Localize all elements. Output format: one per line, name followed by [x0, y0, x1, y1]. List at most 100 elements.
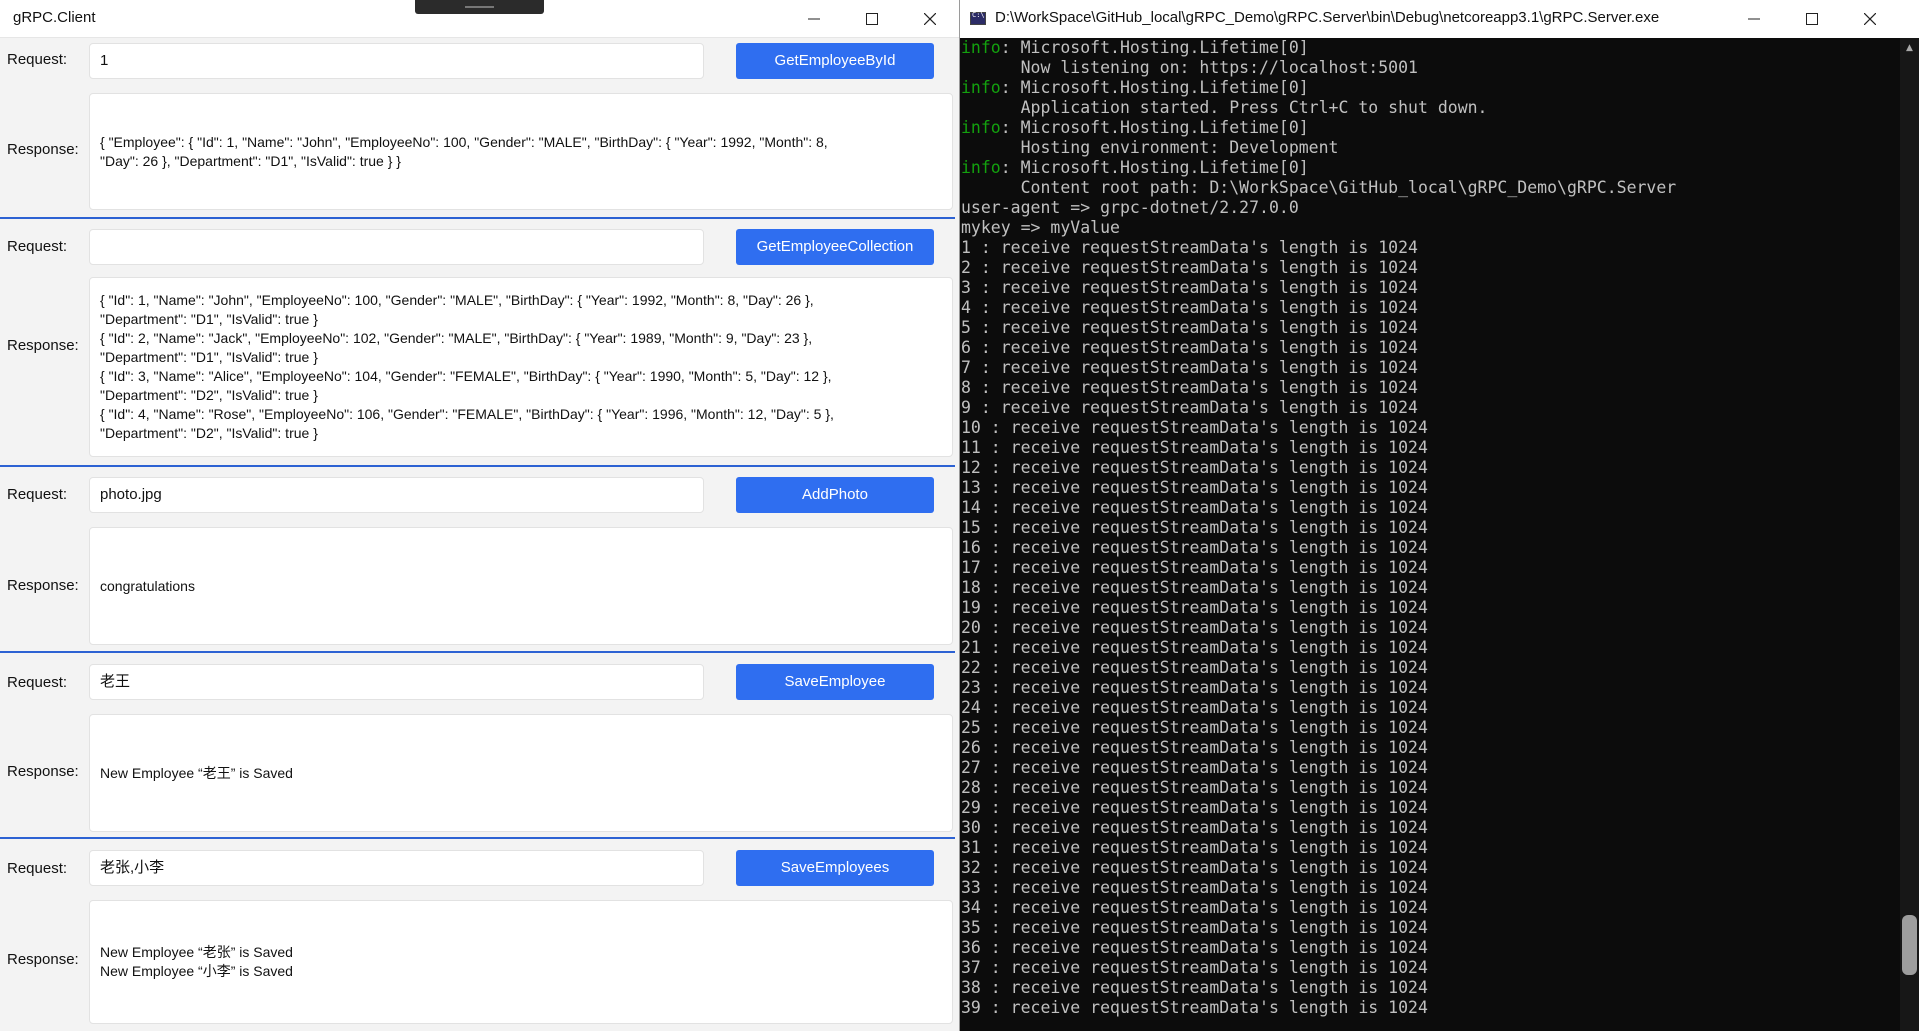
- console-line: Application started. Press Ctrl+C to shu…: [961, 98, 1901, 118]
- console-line-text: Hosting environment: Development: [961, 138, 1339, 157]
- console-line-text: 12 : receive requestStreamData's length …: [961, 458, 1428, 477]
- console-line: 13 : receive requestStreamData's length …: [961, 478, 1901, 498]
- console-minimize-button[interactable]: [1725, 0, 1783, 38]
- response-box-save-employee: New Employee “老王” is Saved: [89, 714, 953, 832]
- section-save-employee: Request: 老王 SaveEmployee Response: New E…: [0, 651, 955, 838]
- console-line: 32 : receive requestStreamData's length …: [961, 858, 1901, 878]
- response-label: Response:: [7, 763, 79, 780]
- console-line: 24 : receive requestStreamData's length …: [961, 698, 1901, 718]
- console-line-text: 30 : receive requestStreamData's length …: [961, 818, 1428, 837]
- maximize-icon: [1806, 13, 1818, 25]
- console-line: user-agent => grpc-dotnet/2.27.0.0: [961, 198, 1901, 218]
- console-line-text: 35 : receive requestStreamData's length …: [961, 918, 1428, 937]
- get-employee-collection-button[interactable]: GetEmployeeCollection: [736, 229, 934, 265]
- request-input-get-employee-collection[interactable]: [89, 229, 704, 265]
- console-line-text: 22 : receive requestStreamData's length …: [961, 658, 1428, 677]
- response-box-save-employees: New Employee “老张” is Saved New Employee …: [89, 900, 953, 1024]
- snap-drag-handle[interactable]: [415, 0, 544, 14]
- save-employees-button[interactable]: SaveEmployees: [736, 850, 934, 886]
- console-line: 3 : receive requestStreamData's length i…: [961, 278, 1901, 298]
- console-titlebar[interactable]: D:\WorkSpace\GitHub_local\gRPC_Demo\gRPC…: [960, 0, 1919, 38]
- console-line: 22 : receive requestStreamData's length …: [961, 658, 1901, 678]
- section-get-employee-collection: Request: GetEmployeeCollection Response:…: [0, 217, 955, 466]
- console-scrollbar[interactable]: [1900, 38, 1919, 1031]
- console-line-text: : Microsoft.Hosting.Lifetime[0]: [1000, 158, 1309, 177]
- console-output: info: Microsoft.Hosting.Lifetime[0] Now …: [960, 38, 1901, 1031]
- console-line-text: 16 : receive requestStreamData's length …: [961, 538, 1428, 557]
- console-line-text: 10 : receive requestStreamData's length …: [961, 418, 1428, 437]
- console-line: 28 : receive requestStreamData's length …: [961, 778, 1901, 798]
- console-line-text: 36 : receive requestStreamData's length …: [961, 938, 1428, 957]
- console-window-title: D:\WorkSpace\GitHub_local\gRPC_Demo\gRPC…: [995, 9, 1660, 26]
- console-line: 25 : receive requestStreamData's length …: [961, 718, 1901, 738]
- request-input-save-employees[interactable]: 老张,小李: [89, 850, 704, 886]
- console-line-text: 31 : receive requestStreamData's length …: [961, 838, 1428, 857]
- console-line-text: 4 : receive requestStreamData's length i…: [961, 298, 1418, 317]
- response-text: { "Id": 1, "Name": "John", "EmployeeNo":…: [100, 292, 834, 441]
- response-text: New Employee “老张” is Saved New Employee …: [100, 944, 293, 979]
- console-line: 20 : receive requestStreamData's length …: [961, 618, 1901, 638]
- console-line-text: 5 : receive requestStreamData's length i…: [961, 318, 1418, 337]
- request-input-get-employee-by-id[interactable]: 1: [89, 43, 704, 79]
- console-line: 29 : receive requestStreamData's length …: [961, 798, 1901, 818]
- console-line-text: 27 : receive requestStreamData's length …: [961, 758, 1428, 777]
- minimize-icon: [1748, 18, 1760, 20]
- request-label: Request:: [7, 238, 68, 255]
- section-add-photo: Request: photo.jpg AddPhoto Response: co…: [0, 465, 955, 652]
- console-line: 12 : receive requestStreamData's length …: [961, 458, 1901, 478]
- console-line-text: 7 : receive requestStreamData's length i…: [961, 358, 1418, 377]
- console-scroll-thumb[interactable]: [1902, 915, 1917, 975]
- response-text: congratulations: [100, 577, 195, 594]
- console-line: 14 : receive requestStreamData's length …: [961, 498, 1901, 518]
- minimize-icon: [808, 18, 820, 20]
- get-employee-by-id-button[interactable]: GetEmployeeById: [736, 43, 934, 79]
- log-level-info: info: [961, 118, 1001, 137]
- console-line-text: 34 : receive requestStreamData's length …: [961, 898, 1428, 917]
- console-line: 38 : receive requestStreamData's length …: [961, 978, 1901, 998]
- client-close-button[interactable]: [901, 0, 959, 38]
- console-line-text: 25 : receive requestStreamData's length …: [961, 718, 1428, 737]
- request-label: Request:: [7, 51, 68, 68]
- console-line: 8 : receive requestStreamData's length i…: [961, 378, 1901, 398]
- console-line: info: Microsoft.Hosting.Lifetime[0]: [961, 158, 1901, 178]
- console-line: 15 : receive requestStreamData's length …: [961, 518, 1901, 538]
- console-line: 7 : receive requestStreamData's length i…: [961, 358, 1901, 378]
- console-line-text: 15 : receive requestStreamData's length …: [961, 518, 1428, 537]
- console-line-text: mykey => myValue: [961, 218, 1120, 237]
- add-photo-button[interactable]: AddPhoto: [736, 477, 934, 513]
- console-line: info: Microsoft.Hosting.Lifetime[0]: [961, 38, 1901, 58]
- request-label: Request:: [7, 486, 68, 503]
- console-line-text: 26 : receive requestStreamData's length …: [961, 738, 1428, 757]
- console-line-text: 18 : receive requestStreamData's length …: [961, 578, 1428, 597]
- console-maximize-button[interactable]: [1783, 0, 1841, 38]
- console-line-text: 9 : receive requestStreamData's length i…: [961, 398, 1418, 417]
- log-level-info: info: [961, 78, 1001, 97]
- console-line: 37 : receive requestStreamData's length …: [961, 958, 1901, 978]
- client-titlebar[interactable]: gRPC.Client: [0, 0, 959, 38]
- console-line-text: 37 : receive requestStreamData's length …: [961, 958, 1428, 977]
- response-text: New Employee “老王” is Saved: [100, 764, 293, 781]
- save-employee-button[interactable]: SaveEmployee: [736, 664, 934, 700]
- request-input-add-photo[interactable]: photo.jpg: [89, 477, 704, 513]
- console-line: 16 : receive requestStreamData's length …: [961, 538, 1901, 558]
- response-box-get-employee-collection: { "Id": 1, "Name": "John", "EmployeeNo":…: [89, 277, 953, 457]
- request-label: Request:: [7, 860, 68, 877]
- console-line: 11 : receive requestStreamData's length …: [961, 438, 1901, 458]
- console-line-text: Application started. Press Ctrl+C to shu…: [961, 98, 1488, 117]
- console-line-text: 19 : receive requestStreamData's length …: [961, 598, 1428, 617]
- client-window: gRPC.Client Request: 1 GetEmployeeById R…: [0, 0, 960, 1031]
- console-line: 17 : receive requestStreamData's length …: [961, 558, 1901, 578]
- close-icon: [924, 13, 936, 25]
- console-line: info: Microsoft.Hosting.Lifetime[0]: [961, 78, 1901, 98]
- console-line: Now listening on: https://localhost:5001: [961, 58, 1901, 78]
- scroll-up-arrow-icon[interactable]: ▲: [1900, 38, 1919, 58]
- request-input-save-employee[interactable]: 老王: [89, 664, 704, 700]
- console-line: 4 : receive requestStreamData's length i…: [961, 298, 1901, 318]
- client-maximize-button[interactable]: [843, 0, 901, 38]
- console-line-text: 1 : receive requestStreamData's length i…: [961, 238, 1418, 257]
- console-close-button[interactable]: [1841, 0, 1899, 38]
- console-line: 31 : receive requestStreamData's length …: [961, 838, 1901, 858]
- console-line: 1 : receive requestStreamData's length i…: [961, 238, 1901, 258]
- response-label: Response:: [7, 951, 79, 968]
- client-minimize-button[interactable]: [785, 0, 843, 38]
